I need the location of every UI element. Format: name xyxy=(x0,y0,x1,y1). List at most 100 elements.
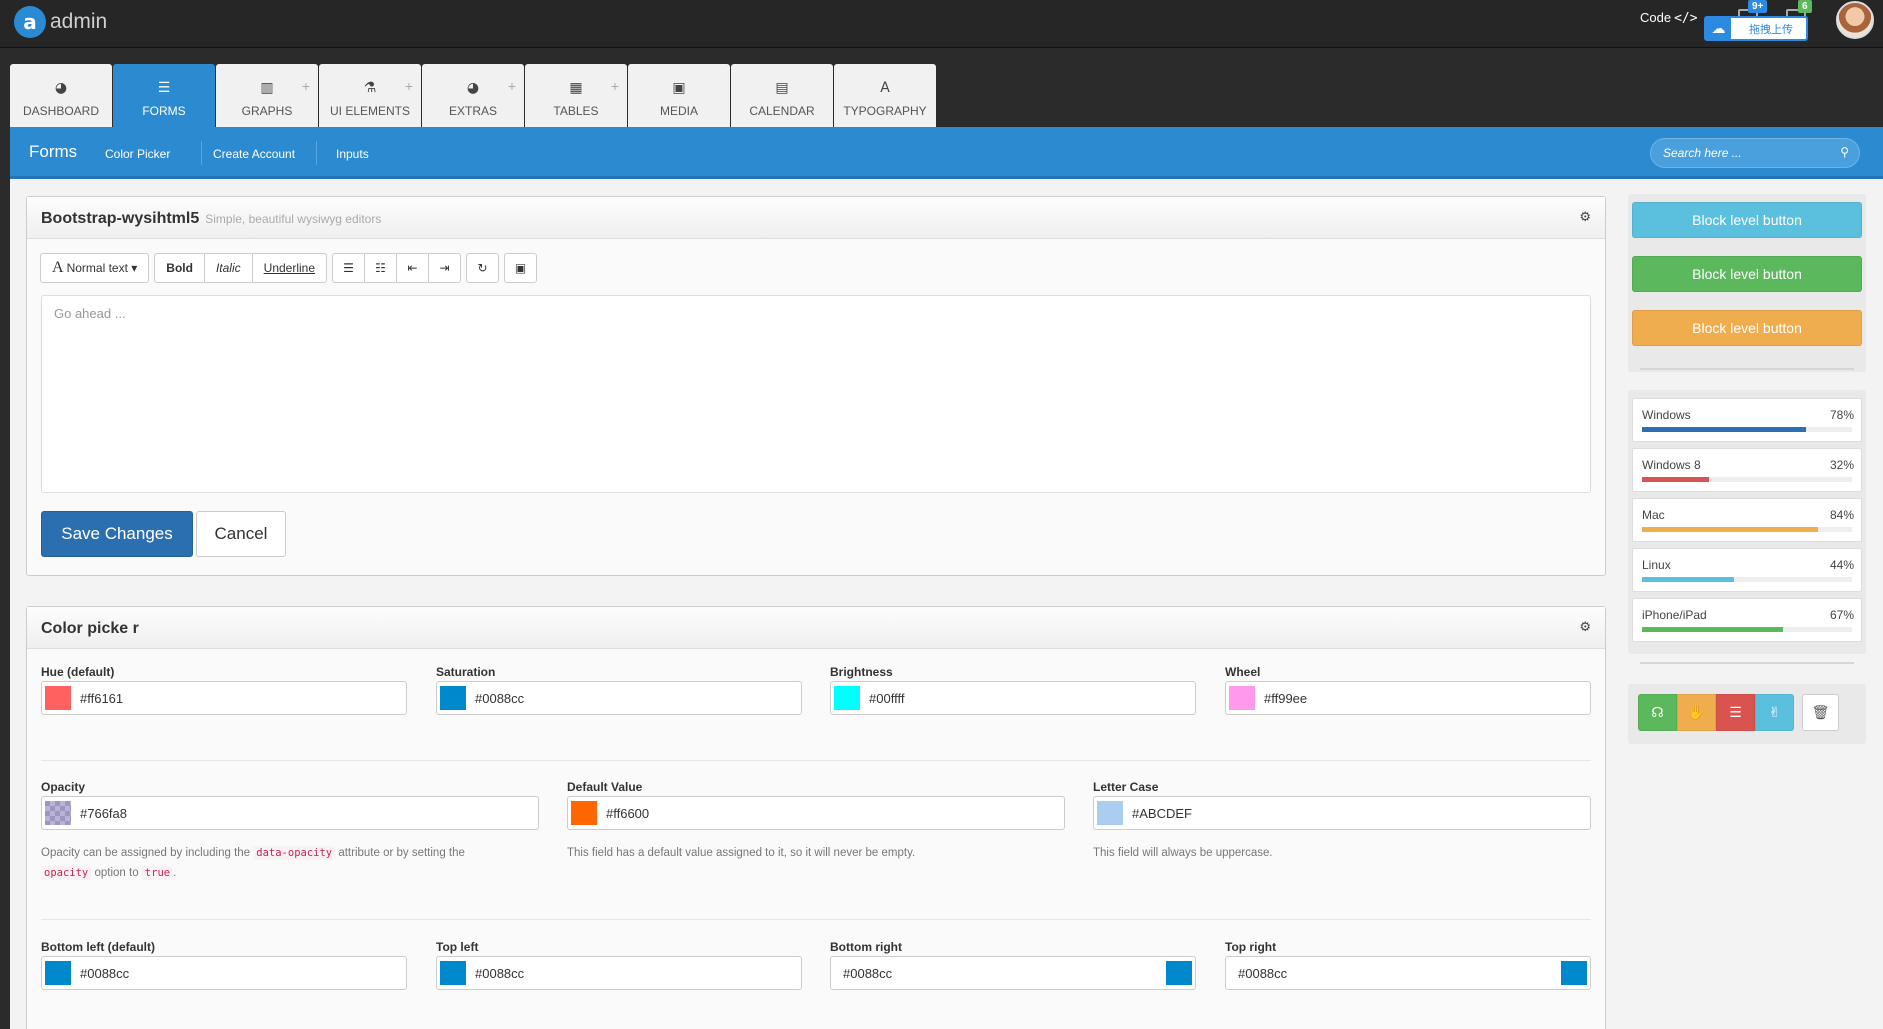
color-input[interactable]: #766fa8 xyxy=(41,796,539,830)
tab-tables[interactable]: ▦ TABLES + xyxy=(525,64,627,127)
divider xyxy=(1640,662,1854,664)
color-input[interactable]: #0088cc xyxy=(436,956,802,990)
top-bar: a admin Code </> 9+ 6 ☁ 拖拽上传 xyxy=(0,0,1883,48)
subnav-color-picker[interactable]: Color Picker xyxy=(105,147,170,161)
color-value: #0088cc xyxy=(475,966,525,981)
tab-media[interactable]: ▣ MEDIA xyxy=(628,64,730,127)
color-value: #ff6161 xyxy=(80,691,124,706)
cog-icon[interactable]: ⚙ xyxy=(1579,210,1591,225)
color-swatch[interactable] xyxy=(440,686,466,710)
tab-label: CALENDAR xyxy=(749,104,815,118)
tab-calendar[interactable]: ▤ CALENDAR xyxy=(731,64,833,127)
os-stats: Windows 78% Windows 8 32% Mac 84% Linux 44% iPho… xyxy=(1628,390,1866,654)
color-swatch[interactable] xyxy=(45,801,71,825)
cog-icon[interactable]: ⚙ xyxy=(1579,620,1591,635)
search-icon[interactable]: ⚲ xyxy=(1840,145,1849,159)
section-title[interactable]: Forms xyxy=(29,142,77,162)
progress-fill xyxy=(1642,427,1806,432)
link-icon[interactable]: ↻ xyxy=(466,253,500,283)
block-button-info[interactable]: Block level button xyxy=(1632,202,1862,238)
editor-widget: Bootstrap-wysihtml5 Simple, beautiful wys… xyxy=(26,196,1606,576)
font-style-dropdown[interactable]: A Normal text ▾ xyxy=(40,253,150,283)
italic-button[interactable]: Italic xyxy=(203,253,253,283)
color-swatch[interactable] xyxy=(45,961,71,985)
block-button-warning[interactable]: Block level button xyxy=(1632,310,1862,346)
color-input[interactable]: #00ffff xyxy=(830,681,1196,715)
logo[interactable]: a admin xyxy=(14,4,107,40)
stat-percent: 44% xyxy=(1829,558,1854,572)
trash-icon[interactable]: 🗑 xyxy=(1802,694,1839,731)
color-input[interactable]: #0088cc xyxy=(41,956,407,990)
image-icon: ▣ xyxy=(672,80,686,96)
tab-typography[interactable]: A TYPOGRAPHY xyxy=(834,64,936,127)
color-picker-widget: Color picke r ⚙ Opacity can be assigned … xyxy=(26,606,1606,1029)
calendar-icon: ▤ xyxy=(775,80,789,96)
field-label: Wheel xyxy=(1225,665,1261,679)
tab-dashboard[interactable]: ◕ DASHBOARD xyxy=(10,64,112,127)
underline-button[interactable]: Underline xyxy=(251,253,328,283)
tab-label: DASHBOARD xyxy=(22,104,99,118)
color-input[interactable]: #0088cc xyxy=(436,681,802,715)
brand-name: admin xyxy=(50,10,108,33)
subnav-inputs[interactable]: Inputs xyxy=(336,147,369,161)
main-nav: ◕ DASHBOARD ☰ FORMS ▥ GRAPHS + ⚗ UI ELEMENTS + ◕ EX… xyxy=(10,64,937,127)
color-input[interactable]: #0088cc xyxy=(1225,956,1591,990)
search-input[interactable] xyxy=(1663,145,1833,161)
indent-icon[interactable]: ⇥ xyxy=(428,253,462,283)
color-value: #0088cc xyxy=(843,966,893,981)
tab-ui-elements[interactable]: ⚗ UI ELEMENTS + xyxy=(319,64,421,127)
color-swatch[interactable] xyxy=(440,961,466,985)
color-swatch[interactable] xyxy=(834,686,860,710)
list-icon[interactable]: ☰ xyxy=(1716,694,1755,731)
color-input[interactable]: #ff6600 xyxy=(567,796,1065,830)
progress-track xyxy=(1642,427,1852,432)
color-input[interactable]: #0088cc xyxy=(830,956,1196,990)
stat-item: Mac 84% xyxy=(1632,498,1862,542)
cloud-icon: ☁ xyxy=(1706,18,1731,39)
color-swatch[interactable] xyxy=(571,801,597,825)
tab-graphs[interactable]: ▥ GRAPHS + xyxy=(216,64,318,127)
thumbs-down-icon[interactable]: ✋ xyxy=(1677,694,1716,731)
color-swatch[interactable] xyxy=(1097,801,1123,825)
color-input[interactable]: #ABCDEF xyxy=(1093,796,1591,830)
outdent-icon[interactable]: ⇤ xyxy=(396,253,430,283)
block-button-success[interactable]: Block level button xyxy=(1632,256,1862,292)
upload-button[interactable]: ☁ 拖拽上传 xyxy=(1704,16,1808,41)
color-value: #ff6600 xyxy=(606,806,650,821)
subnav-create-account[interactable]: Create Account xyxy=(213,147,295,161)
stat-percent: 84% xyxy=(1829,508,1854,522)
color-swatch[interactable] xyxy=(1166,961,1192,985)
code-link[interactable]: Code </> xyxy=(1640,10,1698,26)
color-swatch[interactable] xyxy=(1561,961,1587,985)
unordered-list-icon[interactable]: ☰ xyxy=(332,253,366,283)
thumbs-up-icon[interactable]: ✌ xyxy=(1755,694,1794,731)
tab-forms[interactable]: ☰ FORMS xyxy=(113,64,215,127)
ordered-list-icon[interactable]: ☷ xyxy=(364,253,398,283)
divider xyxy=(41,760,1591,761)
save-changes-button[interactable]: Save Changes xyxy=(41,511,193,557)
cancel-button[interactable]: Cancel xyxy=(196,511,286,557)
avatar[interactable] xyxy=(1836,1,1874,39)
color-swatch[interactable] xyxy=(1229,686,1255,710)
color-value: #ff99ee xyxy=(1264,691,1308,706)
plus-icon[interactable]: + xyxy=(611,78,619,94)
plus-icon[interactable]: + xyxy=(508,78,516,94)
color-input[interactable]: #ff99ee xyxy=(1225,681,1591,715)
image-icon[interactable]: ▣ xyxy=(504,253,538,283)
color-picker-header: Color picke r ⚙ xyxy=(27,607,1605,649)
bold-button[interactable]: Bold xyxy=(154,253,205,283)
font-icon: A xyxy=(52,259,64,276)
editor-textarea[interactable] xyxy=(54,306,1578,482)
color-swatch[interactable] xyxy=(45,686,71,710)
field-label: Hue (default) xyxy=(41,665,115,679)
color-value: #0088cc xyxy=(475,691,525,706)
tab-extras[interactable]: ◕ EXTRAS + xyxy=(422,64,524,127)
plus-icon[interactable]: + xyxy=(302,78,310,94)
editor-area xyxy=(41,295,1591,493)
field-label: Opacity xyxy=(41,780,86,794)
color-input[interactable]: #ff6161 xyxy=(41,681,407,715)
stat-name: Windows 8 xyxy=(1642,458,1701,472)
headphones-icon[interactable]: ☊ xyxy=(1638,694,1677,731)
plus-icon[interactable]: + xyxy=(405,78,413,94)
upload-label: 拖拽上传 xyxy=(1749,23,1793,36)
